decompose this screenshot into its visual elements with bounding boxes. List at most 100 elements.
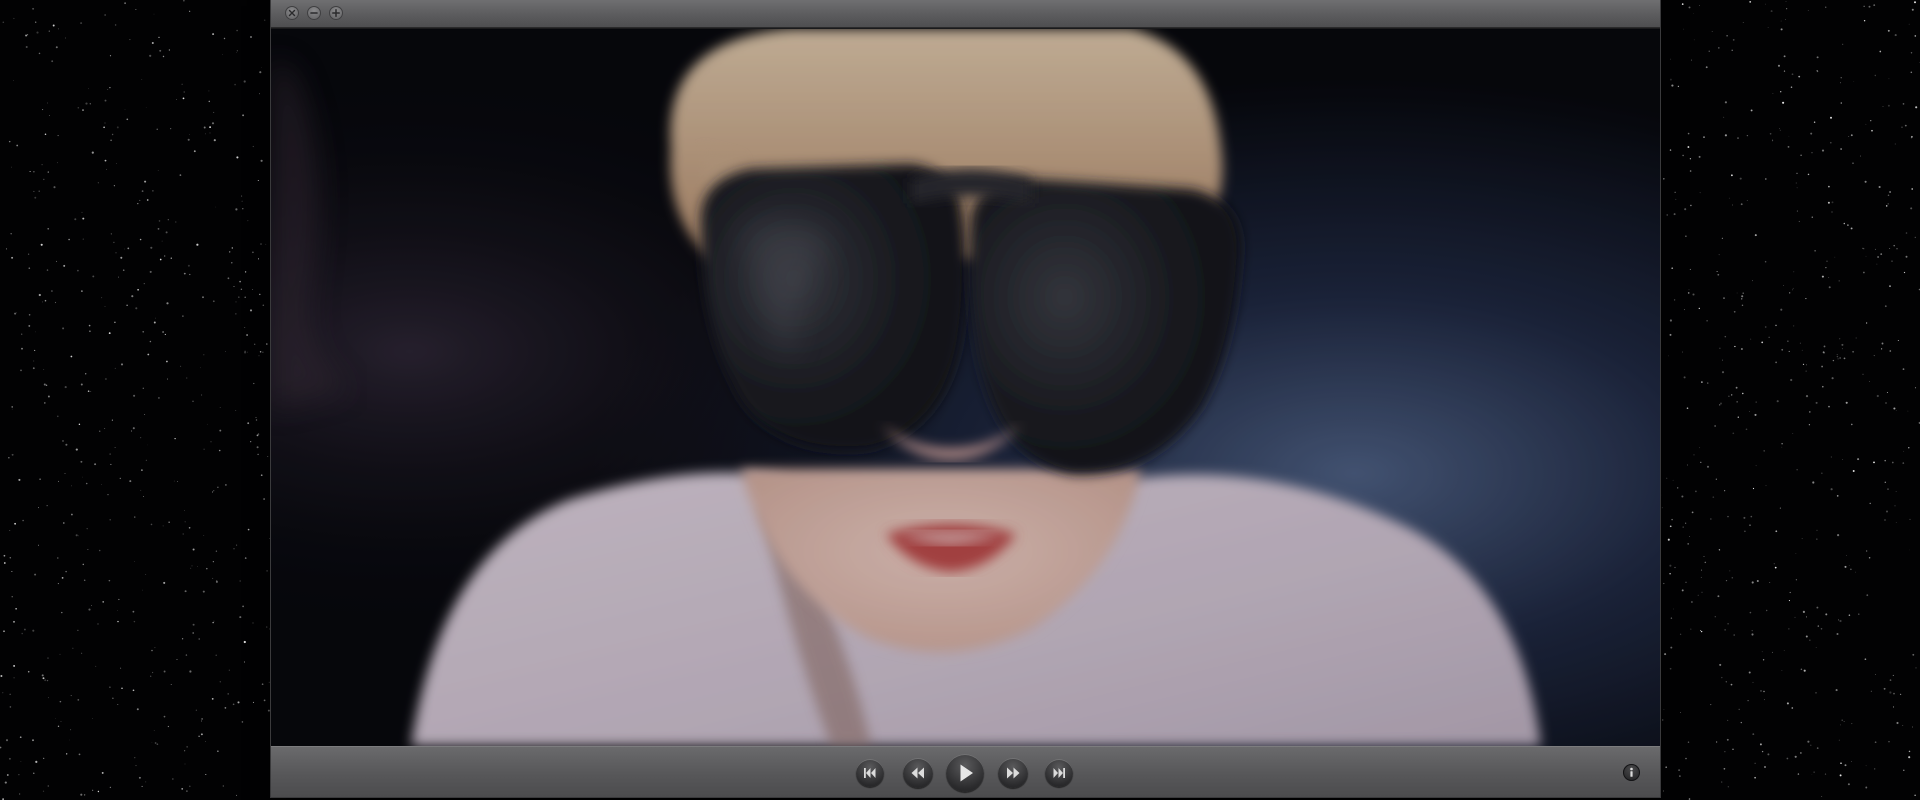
rewind-button[interactable]: [903, 758, 933, 788]
star: [1868, 556, 1871, 559]
star: [202, 590, 205, 593]
star: [1761, 750, 1764, 753]
star: [1892, 706, 1895, 708]
star: [88, 324, 91, 327]
star: [2, 21, 5, 24]
star: [236, 544, 238, 546]
star: [145, 106, 147, 108]
star: [1828, 185, 1830, 188]
star: [1848, 135, 1850, 137]
star: [1794, 616, 1796, 618]
star: [1868, 5, 1871, 8]
star: [151, 41, 154, 45]
star: [1839, 338, 1841, 340]
skip-forward-button[interactable]: [1045, 759, 1073, 787]
star: [206, 423, 208, 425]
star: [1902, 725, 1904, 726]
play-button[interactable]: [946, 754, 984, 792]
star: [71, 485, 72, 487]
star: [111, 419, 113, 421]
star: [1763, 450, 1766, 452]
star: [61, 577, 64, 579]
star: [149, 340, 152, 343]
star: [145, 459, 147, 461]
title-bar[interactable]: [271, 0, 1660, 28]
star: [1689, 158, 1692, 160]
star: [203, 448, 205, 450]
star: [1885, 205, 1888, 207]
star: [87, 549, 89, 551]
star: [1717, 595, 1720, 598]
skip-back-button[interactable]: [856, 759, 884, 787]
star: [212, 622, 214, 624]
star: [1899, 693, 1902, 696]
star: [256, 446, 259, 449]
star: [244, 557, 247, 559]
star: [213, 490, 215, 492]
minimize-button[interactable]: [307, 6, 321, 20]
star: [1685, 581, 1687, 583]
star: [180, 365, 182, 367]
star: [90, 391, 92, 392]
star: [208, 100, 211, 103]
star: [1695, 490, 1697, 493]
star: [92, 718, 94, 720]
star: [70, 513, 73, 516]
star: [81, 652, 83, 654]
star: [235, 313, 237, 315]
star: [126, 118, 129, 121]
star: [134, 516, 136, 518]
star: [70, 729, 72, 731]
star: [1803, 669, 1806, 672]
star: [1679, 633, 1682, 635]
star: [236, 156, 239, 159]
star: [109, 453, 111, 455]
star: [1769, 132, 1772, 135]
star: [1842, 43, 1844, 45]
star: [1773, 563, 1775, 565]
star: [47, 697, 49, 699]
star: [1682, 526, 1684, 528]
fast-forward-button[interactable]: [998, 758, 1028, 788]
star: [164, 333, 166, 335]
star: [1700, 461, 1702, 463]
star: [1802, 610, 1805, 614]
star: [1870, 690, 1872, 692]
star: [1836, 355, 1839, 358]
star: [198, 735, 200, 738]
star: [149, 270, 152, 273]
star: [153, 321, 156, 324]
star: [1805, 364, 1807, 366]
star: [77, 629, 79, 631]
star: [156, 128, 158, 130]
star: [1732, 748, 1734, 750]
star: [1752, 280, 1754, 282]
star: [28, 314, 31, 316]
star: [1699, 192, 1701, 194]
close-button[interactable]: [285, 6, 299, 20]
star: [38, 293, 41, 297]
star: [1692, 293, 1695, 296]
star: [1728, 395, 1730, 397]
star: [263, 699, 266, 702]
star: [1870, 120, 1872, 122]
star: [1831, 211, 1833, 213]
star: [1799, 342, 1801, 344]
video-viewport[interactable]: [271, 29, 1660, 746]
star: [1714, 616, 1716, 618]
star: [132, 610, 135, 613]
play-icon: [960, 764, 973, 782]
star: [1685, 235, 1687, 238]
star: [68, 739, 70, 741]
star: [1708, 50, 1710, 52]
star: [137, 288, 139, 291]
zoom-button[interactable]: [329, 6, 343, 20]
star: [1820, 628, 1823, 630]
info-button[interactable]: [1623, 764, 1640, 781]
star: [259, 93, 260, 95]
star: [1815, 401, 1818, 404]
star: [110, 139, 112, 142]
star: [13, 677, 15, 679]
star: [1681, 589, 1684, 592]
star: [117, 610, 118, 611]
